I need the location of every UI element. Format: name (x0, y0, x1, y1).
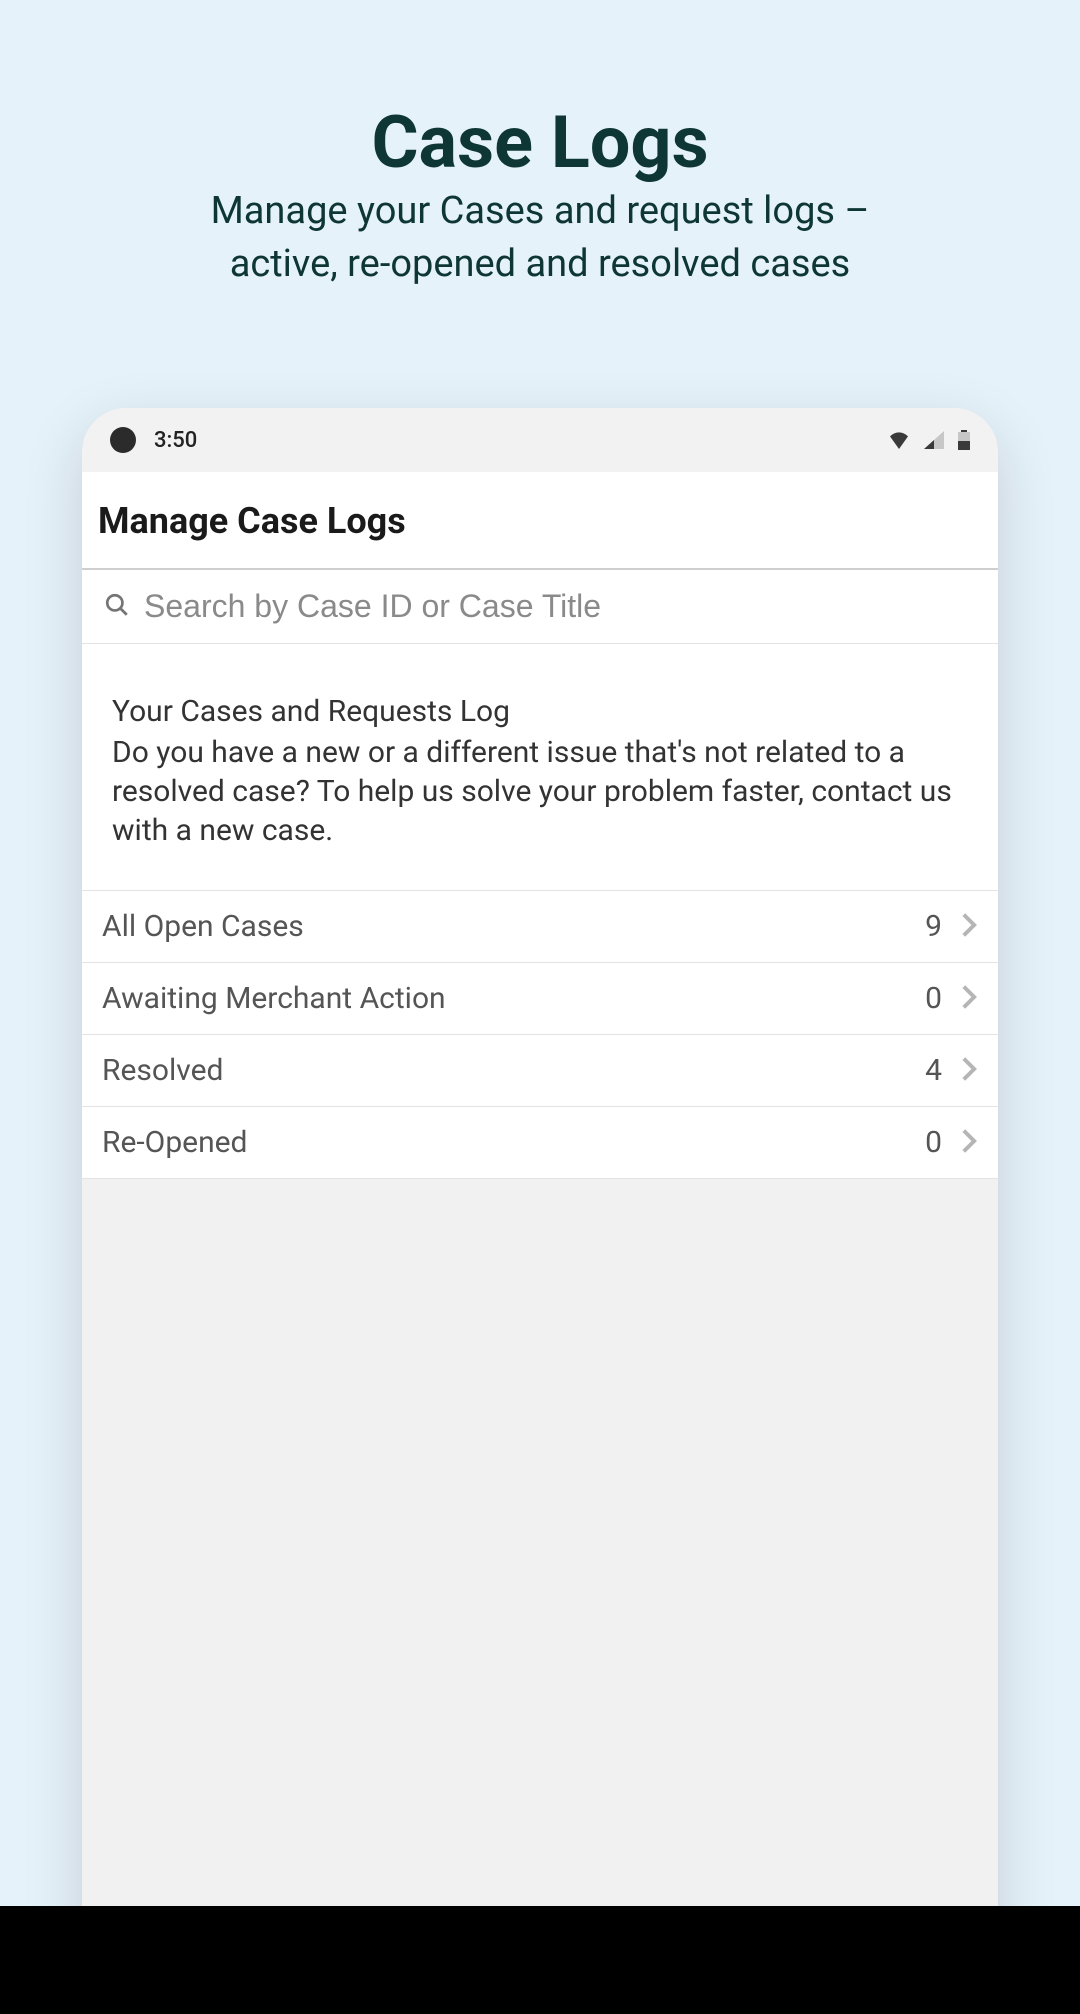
chevron-right-icon (960, 1128, 978, 1158)
cellular-icon (924, 431, 944, 449)
chevron-right-icon (960, 1056, 978, 1086)
case-row-count: 0 (925, 981, 942, 1016)
wifi-icon (888, 431, 910, 449)
case-row-awaiting-merchant[interactable]: Awaiting Merchant Action 0 (82, 963, 998, 1035)
phone-mockup: 3:50 Manage Case Logs (82, 408, 998, 2014)
info-body: Do you have a new or a different issue t… (112, 733, 968, 850)
case-row-reopened[interactable]: Re-Opened 0 (82, 1107, 998, 1179)
search-input[interactable] (144, 588, 976, 625)
case-row-count: 4 (925, 1053, 942, 1088)
search-row[interactable] (82, 570, 998, 644)
app-header: Manage Case Logs (82, 472, 998, 570)
battery-icon (958, 430, 970, 450)
case-row-count: 0 (925, 1125, 942, 1160)
info-block: Your Cases and Requests Log Do you have … (82, 644, 998, 891)
case-row-label: Awaiting Merchant Action (102, 981, 446, 1016)
promo-title: Case Logs (0, 100, 1080, 185)
status-bar: 3:50 (82, 408, 998, 472)
page-title: Manage Case Logs (98, 500, 982, 542)
promo-subtitle: Manage your Cases and request logs – act… (0, 185, 1080, 291)
case-row-label: All Open Cases (102, 909, 304, 944)
camera-dot-icon (110, 427, 136, 453)
bottom-bar (0, 1906, 1080, 2014)
status-bar-left: 3:50 (110, 427, 197, 453)
chevron-right-icon (960, 912, 978, 942)
promo-page: Case Logs Manage your Cases and request … (0, 0, 1080, 2014)
empty-area (82, 1179, 998, 2014)
info-title: Your Cases and Requests Log (112, 694, 968, 729)
status-time: 3:50 (154, 428, 197, 453)
case-row-count: 9 (925, 909, 942, 944)
case-row-label: Resolved (102, 1053, 223, 1088)
case-row-label: Re-Opened (102, 1125, 247, 1160)
status-bar-right (888, 430, 970, 450)
case-row-all-open[interactable]: All Open Cases 9 (82, 891, 998, 963)
search-icon (104, 592, 130, 622)
case-row-resolved[interactable]: Resolved 4 (82, 1035, 998, 1107)
case-list: All Open Cases 9 Awaiting Merchant Actio… (82, 891, 998, 1179)
chevron-right-icon (960, 984, 978, 1014)
